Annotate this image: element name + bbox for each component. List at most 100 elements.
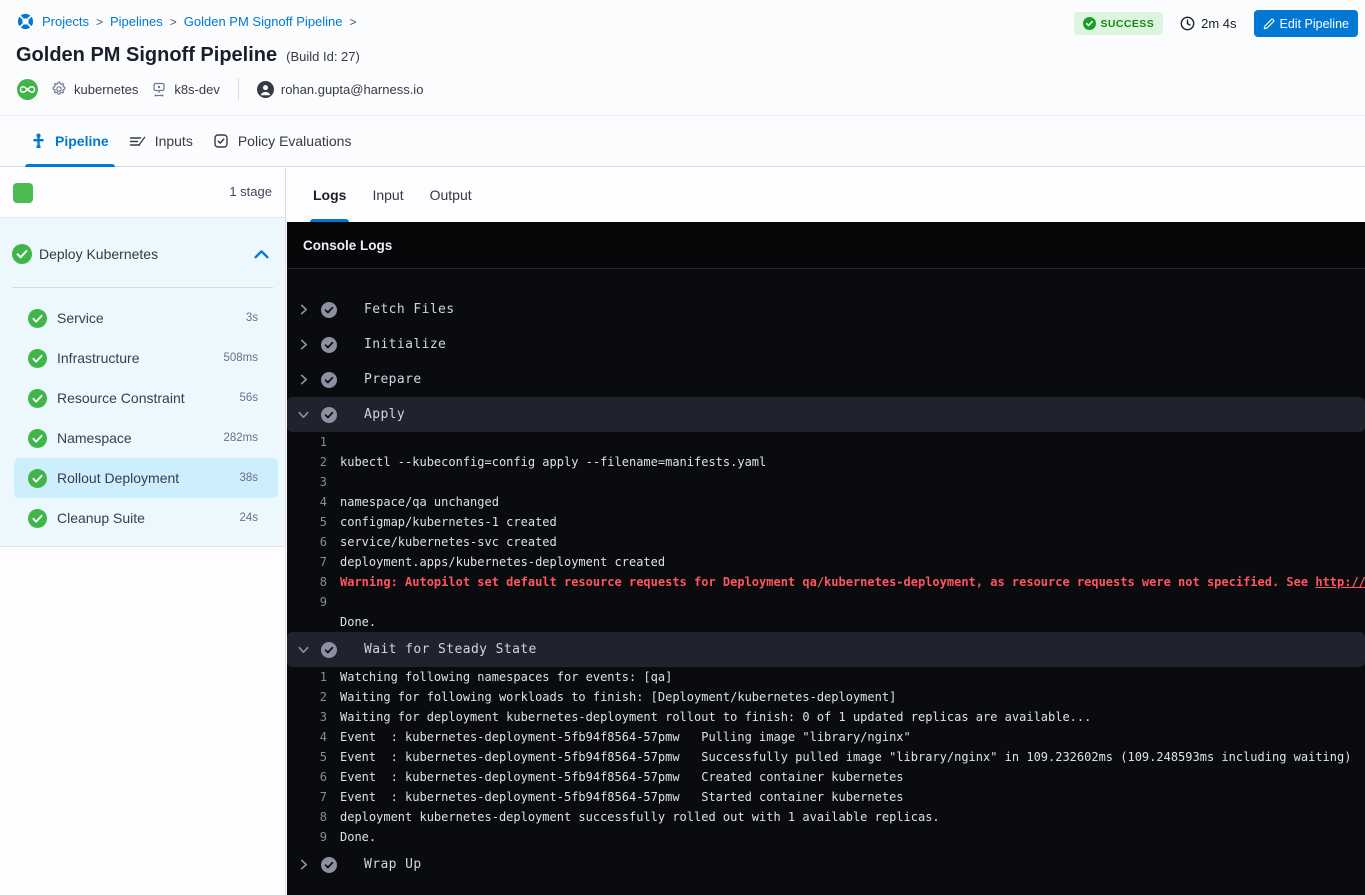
stage-count: 1 stage [229, 184, 272, 199]
log-line: 5Event : kubernetes-deployment-5fb94f856… [287, 747, 1365, 767]
log-line: 1 [287, 432, 1365, 452]
edit-pipeline-button[interactable]: Edit Pipeline [1254, 10, 1359, 37]
step-duration: 508ms [223, 352, 258, 364]
tab-inputs[interactable]: Inputs [129, 116, 193, 166]
log-line: 7deployment.apps/kubernetes-deployment c… [287, 552, 1365, 572]
environment-meta[interactable]: k8s-dev [151, 82, 220, 97]
pencil-icon [1263, 18, 1275, 30]
chevron-right-icon[interactable] [298, 304, 318, 315]
harness-project-icon [16, 12, 35, 31]
breadcrumb-pipelines[interactable]: Pipelines [110, 14, 163, 29]
step-duration: 24s [239, 512, 258, 524]
duration: 2m 4s [1180, 16, 1236, 31]
breadcrumb-separator: > [170, 15, 177, 29]
policy-icon [213, 133, 229, 149]
build-id: (Build Id: 27) [286, 49, 360, 64]
inputs-icon [129, 134, 146, 149]
section-title: Initialize [364, 337, 446, 352]
clock-icon [1180, 16, 1195, 31]
log-block: 12kubectl --kubeconfig=config apply --fi… [287, 432, 1365, 632]
breadcrumb-projects[interactable]: Projects [42, 14, 89, 29]
step-label: Namespace [57, 430, 213, 446]
log-line: 9Done. [287, 827, 1365, 847]
chevron-up-icon [254, 249, 269, 259]
section-title: Apply [364, 407, 405, 422]
stage-summary: 1 stage [0, 168, 285, 218]
log-line: 1Watching following namespaces for event… [287, 667, 1365, 687]
section-title: Prepare [364, 372, 422, 387]
log-line: 7Event : kubernetes-deployment-5fb94f856… [287, 787, 1365, 807]
steps-list: Service 3s Infrastructure 508ms Resource Con… [0, 288, 285, 546]
log-link[interactable]: http://g [1315, 575, 1365, 589]
step-duration: 282ms [223, 432, 258, 444]
tab-pipeline[interactable]: Pipeline [31, 116, 109, 166]
console-logs-panel: Console Logs Fetch Files Initialize Prepar… [287, 222, 1365, 895]
tab-input[interactable]: Input [372, 168, 403, 222]
section-success-icon [321, 302, 337, 318]
log-section-header[interactable]: Wait for Steady State [287, 632, 1365, 667]
stage-success-icon [12, 244, 32, 264]
page-title: Golden PM Signoff Pipeline [16, 44, 277, 67]
stage-row[interactable]: Deploy Kubernetes [0, 218, 285, 287]
log-line: Done. [287, 612, 1365, 632]
step-duration: 38s [239, 472, 258, 484]
user-meta: rohan.gupta@harness.io [257, 81, 424, 98]
log-line: 2kubectl --kubeconfig=config apply --fil… [287, 452, 1365, 472]
log-section-header[interactable]: Fetch Files [287, 292, 1365, 327]
log-section-header[interactable]: Wrap Up [287, 847, 1365, 882]
log-section-header[interactable]: Apply [287, 397, 1365, 432]
cd-module-icon [17, 79, 38, 100]
step-label: Cleanup Suite [57, 510, 229, 526]
log-line: 4Event : kubernetes-deployment-5fb94f856… [287, 727, 1365, 747]
step-label: Infrastructure [57, 350, 213, 366]
step-success-icon [28, 509, 47, 528]
console-logs-title: Console Logs [287, 222, 1365, 269]
section-success-icon [321, 857, 337, 873]
environment-name: k8s-dev [174, 82, 220, 97]
divider [238, 78, 239, 100]
breadcrumb-separator: > [350, 15, 357, 29]
breadcrumb: Projects > Pipelines > Golden PM Signoff… [16, 12, 357, 31]
log-line: 2Waiting for following workloads to fini… [287, 687, 1365, 707]
log-block: 1Watching following namespaces for event… [287, 667, 1365, 847]
step-row[interactable]: Cleanup Suite 24s [14, 498, 278, 538]
chevron-right-icon[interactable] [298, 339, 318, 350]
chevron-down-icon[interactable] [298, 409, 318, 420]
section-success-icon [321, 407, 337, 423]
log-line: 6service/kubernetes-svc created [287, 532, 1365, 552]
step-success-icon [28, 389, 47, 408]
log-line: 4namespace/qa unchanged [287, 492, 1365, 512]
step-row[interactable]: Service 3s [14, 298, 278, 338]
user-email: rohan.gupta@harness.io [281, 82, 424, 97]
breadcrumb-pipeline-name[interactable]: Golden PM Signoff Pipeline [184, 14, 343, 29]
step-label: Service [57, 310, 236, 326]
log-line: 3Waiting for deployment kubernetes-deplo… [287, 707, 1365, 727]
step-row[interactable]: Rollout Deployment 38s [14, 458, 278, 498]
service-meta[interactable]: kubernetes [51, 81, 138, 97]
section-title: Wait for Steady State [364, 642, 537, 657]
module-tabs: Pipeline Inputs Policy Evaluations [0, 115, 1365, 167]
stage-status-square[interactable] [13, 183, 33, 203]
section-title: Fetch Files [364, 302, 455, 317]
chevron-down-icon[interactable] [298, 644, 318, 655]
chevron-right-icon[interactable] [298, 374, 318, 385]
success-check-icon [1083, 17, 1096, 30]
step-duration: 3s [246, 312, 258, 324]
section-title: Wrap Up [364, 857, 422, 872]
log-section-header[interactable]: Prepare [287, 362, 1365, 397]
tab-policy-evaluations[interactable]: Policy Evaluations [213, 116, 352, 166]
breadcrumb-separator: > [96, 15, 103, 29]
section-success-icon [321, 337, 337, 353]
log-sections: Fetch Files Initialize Prepare Apply 12kubec… [287, 269, 1365, 882]
step-row[interactable]: Namespace 282ms [14, 418, 278, 458]
gear-icon [51, 81, 67, 97]
chevron-right-icon[interactable] [298, 859, 318, 870]
tab-logs[interactable]: Logs [313, 168, 346, 222]
tab-output[interactable]: Output [430, 168, 472, 222]
step-label: Rollout Deployment [57, 470, 229, 486]
step-row[interactable]: Infrastructure 508ms [14, 338, 278, 378]
step-success-icon [28, 469, 47, 488]
step-row[interactable]: Resource Constraint56s [14, 378, 278, 418]
step-success-icon [28, 429, 47, 448]
log-section-header[interactable]: Initialize [287, 327, 1365, 362]
